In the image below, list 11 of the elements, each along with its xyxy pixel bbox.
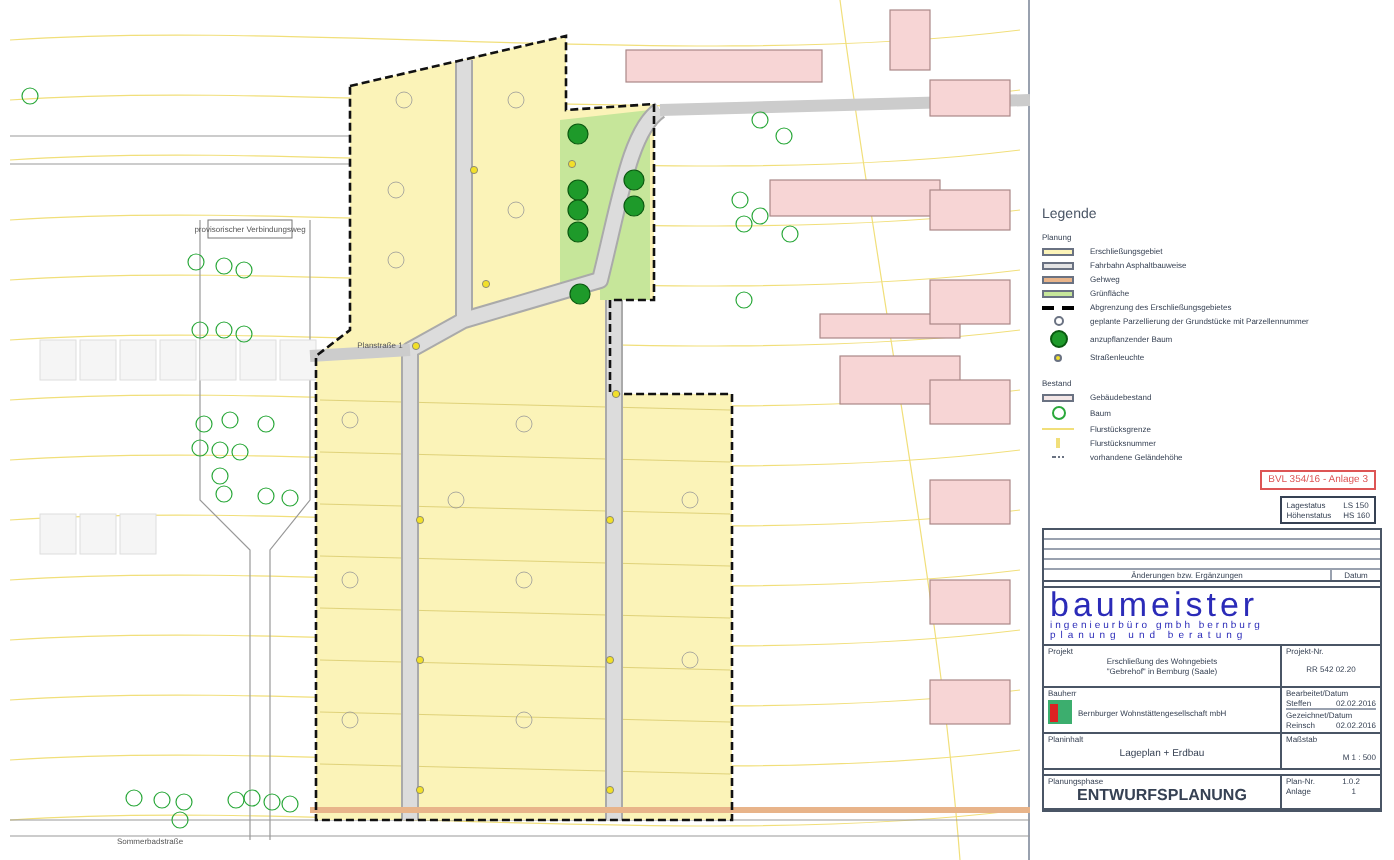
- company-name: baumeister: [1050, 590, 1261, 622]
- client-logo-icon: [1048, 700, 1072, 724]
- building-swatch: [1042, 393, 1074, 401]
- tree-outline-icon: [1051, 406, 1065, 420]
- plan-phase: ENTWURFSPLANUNG: [1075, 786, 1249, 804]
- lamp-icon: [1054, 353, 1062, 361]
- tree-icon: [1049, 330, 1067, 348]
- dashed-line-icon: [1042, 305, 1074, 309]
- marker-icon: [1056, 438, 1060, 448]
- parcel-number-icon: [1053, 316, 1063, 326]
- boundary-line-icon: [1042, 428, 1074, 430]
